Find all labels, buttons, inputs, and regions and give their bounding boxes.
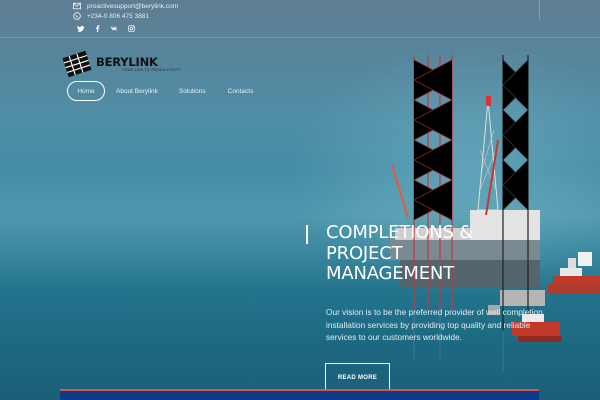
hero-title-line-1: COMPLETIONS &: [326, 222, 474, 243]
hero-title: COMPLETIONS & PROJECT MANAGEMENT: [326, 222, 556, 285]
rig-right-bracing: [502, 59, 529, 211]
phone-row[interactable]: +234-0 806 475 3881: [73, 11, 149, 21]
facebook-icon[interactable]: [93, 24, 101, 32]
twitter-icon[interactable]: [76, 24, 84, 32]
phone-text[interactable]: +234-0 806 475 3881: [87, 13, 149, 20]
envelope-icon: [73, 2, 81, 10]
hero-accent-bar: [306, 225, 308, 244]
rig-bracing: [413, 59, 453, 221]
nav-item-about-berylink[interactable]: About Berylink: [116, 81, 158, 101]
nav-item-contacts[interactable]: Contacts: [228, 81, 254, 101]
vk-icon[interactable]: [110, 24, 118, 32]
hero-title-line-2: PROJECT: [326, 242, 403, 264]
instagram-icon[interactable]: [127, 24, 135, 32]
social-links: [76, 24, 135, 32]
berylink-logo[interactable]: BERYLINK YOUR LINK TO PRODUCTIVITY: [61, 49, 181, 79]
logo-mark-icon: [62, 50, 92, 78]
hero-description: Our vision is to be the preferred provid…: [326, 307, 543, 342]
email-text[interactable]: proactivesupport@berylink.com: [87, 3, 178, 10]
whatsapp-icon: [73, 12, 81, 20]
bottom-feature-band: [60, 389, 539, 400]
main-nav: Home About Berylink Solutions Contacts: [67, 81, 253, 101]
top-bar: proactivesupport@berylink.com +234-0 806…: [0, 0, 600, 38]
logo-name: BERYLINK: [96, 54, 158, 69]
topbar-divider: [539, 0, 540, 20]
logo-tagline: YOUR LINK TO PRODUCTIVITY: [122, 67, 182, 72]
email-row[interactable]: proactivesupport@berylink.com: [73, 1, 178, 11]
hero-title-line-3: MANAGEMENT: [326, 263, 454, 284]
nav-item-solutions[interactable]: Solutions: [179, 81, 206, 101]
nav-item-home[interactable]: Home: [67, 81, 105, 101]
